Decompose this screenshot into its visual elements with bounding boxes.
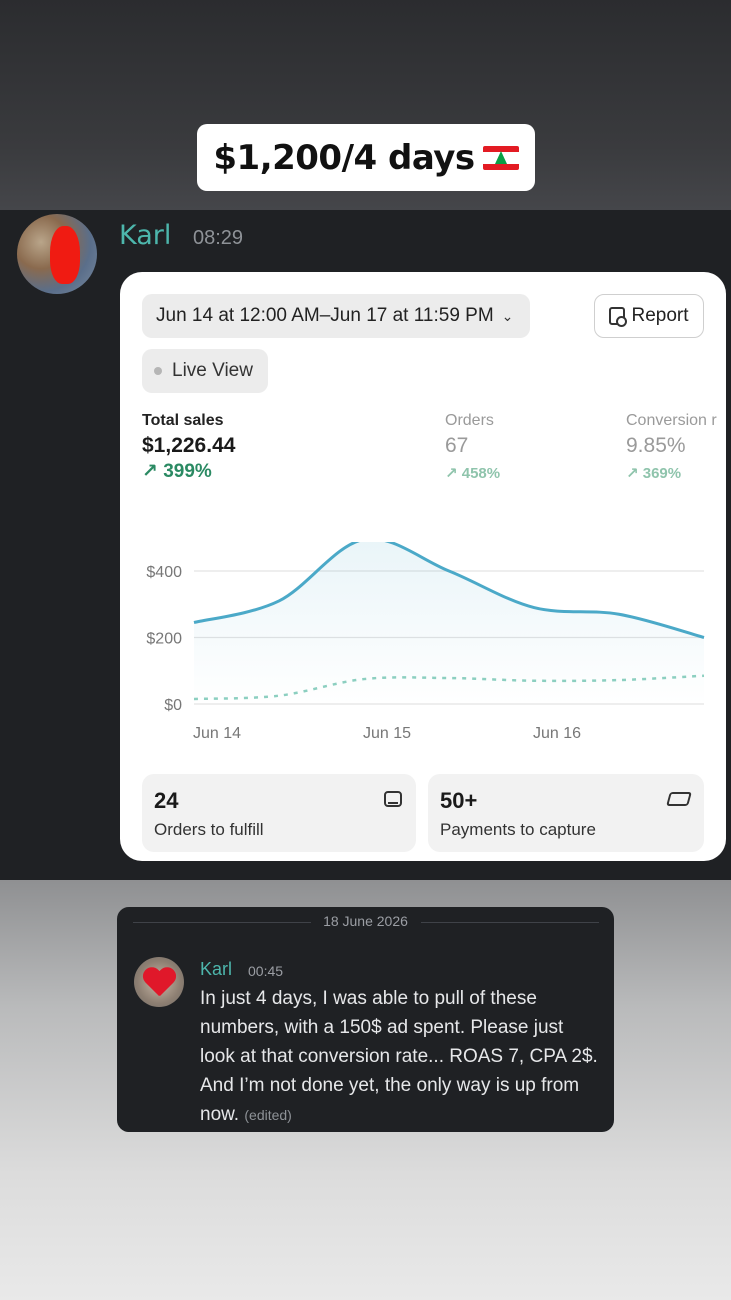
- metric-label: Total sales: [142, 412, 224, 429]
- metric-value: 9.85%: [626, 434, 686, 457]
- tile-caption: Payments to capture: [440, 820, 596, 839]
- tile-number: 50+: [440, 788, 478, 813]
- tile-number: 24: [154, 788, 179, 813]
- x-tick-label: Jun 16: [533, 725, 581, 742]
- y-tick-label: $400: [146, 564, 182, 581]
- metric-label: Conversion r: [626, 412, 717, 429]
- metric-change: ↗ 458%: [445, 465, 501, 482]
- snippet-timestamp: 00:45: [248, 963, 284, 979]
- hand-card-icon: [666, 792, 692, 806]
- metric-value: $1,226.44: [142, 434, 236, 457]
- date-divider: 18 June 2026: [323, 913, 408, 929]
- date-range-label: Jun 14 at 12:00 AM–Jun 17 at 11:59 PM: [156, 305, 494, 326]
- payments-to-capture-tile[interactable]: 50+ Payments to capture: [428, 774, 704, 852]
- metric-orders[interactable]: Orders 67 ↗ 458%: [445, 412, 500, 482]
- metric-total-sales[interactable]: Total sales $1,226.44 ↗ 399%: [142, 412, 235, 483]
- chevron-down-icon: ⌄: [501, 307, 514, 324]
- report-label: Report: [631, 305, 689, 326]
- x-tick-label: Jun 14: [193, 725, 241, 742]
- date-range-picker[interactable]: Jun 14 at 12:00 AM–Jun 17 at 11:59 PM ⌄: [142, 294, 530, 338]
- live-view-button[interactable]: Live View: [142, 349, 268, 393]
- metric-value: 67: [445, 434, 469, 457]
- live-view-label: Live View: [172, 360, 253, 381]
- y-tick-label: $0: [164, 697, 182, 714]
- message-author[interactable]: Karl: [119, 220, 171, 251]
- message-timestamp: 08:29: [193, 227, 244, 249]
- report-search-icon: [609, 307, 628, 327]
- chat-message-snippet: 18 June 2026 Karl 00:45 In just 4 days, …: [117, 907, 614, 1132]
- snippet-message-body: In just 4 days, I was able to pull of th…: [200, 988, 598, 1125]
- metric-change: ↗ 399%: [142, 461, 212, 482]
- orders-to-fulfill-tile[interactable]: 24 Orders to fulfill: [142, 774, 416, 852]
- sales-line-chart: $0 $200 $400 Jun 14 Jun 15 Jun 16: [146, 542, 705, 742]
- analytics-screenshot-card[interactable]: Jun 14 at 12:00 AM–Jun 17 at 11:59 PM ⌄ …: [120, 272, 726, 861]
- user-avatar[interactable]: [17, 214, 97, 294]
- edited-tag: (edited): [244, 1107, 292, 1123]
- series-area: [194, 542, 704, 704]
- snippet-author[interactable]: Karl: [200, 959, 232, 980]
- date-divider-line-right: [421, 922, 599, 923]
- metric-label: Orders: [445, 412, 494, 429]
- metric-conversion-rate[interactable]: Conversion r 9.85% ↗ 369%: [626, 412, 717, 482]
- report-button[interactable]: Report: [594, 294, 704, 338]
- x-tick-label: Jun 15: [363, 725, 411, 742]
- snippet-avatar[interactable]: [134, 957, 184, 1007]
- story-caption: $1,200/4 days: [197, 124, 535, 191]
- inbox-icon: [384, 791, 402, 807]
- live-dot-icon: [154, 367, 162, 375]
- metric-change: ↗ 369%: [626, 465, 682, 482]
- caption-text: $1,200/4 days: [213, 137, 475, 178]
- y-tick-label: $200: [146, 631, 182, 648]
- tile-caption: Orders to fulfill: [154, 820, 264, 839]
- heart-icon: [142, 968, 176, 998]
- lebanon-flag-icon: [482, 145, 519, 170]
